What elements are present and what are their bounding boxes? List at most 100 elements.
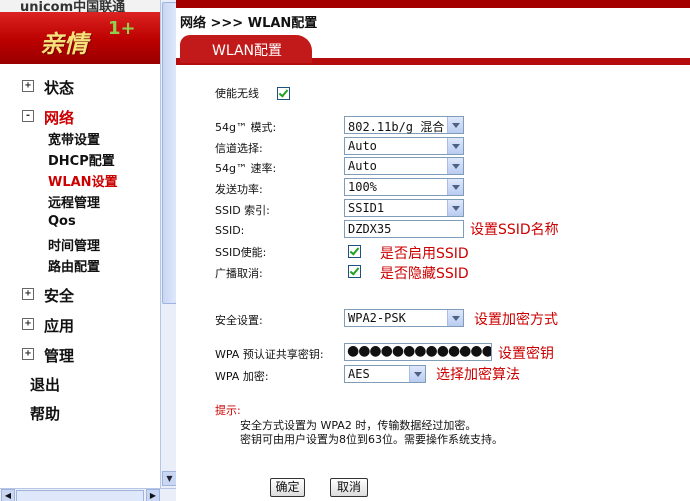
brand-mark: 1+ bbox=[108, 18, 136, 39]
sidebar-item-label[interactable]: 网络 bbox=[44, 107, 74, 128]
sidebar-item-dhcp[interactable]: DHCP配置 bbox=[0, 147, 160, 169]
sidebar-item-label[interactable]: 帮助 bbox=[30, 403, 60, 424]
sidebar-item-network[interactable]: - 网络 bbox=[0, 106, 160, 128]
enable-wireless-checkbox[interactable] bbox=[277, 87, 290, 100]
sidebar-item-qos[interactable]: Qos bbox=[0, 211, 160, 231]
left-panel: unicom中国联通 亲情 1+ + 状态 - 网络 宽带设置 DHCP配置 W… bbox=[0, 0, 176, 501]
rate-label: 54g™ 速率: bbox=[215, 162, 277, 175]
sidebar-item-label[interactable]: 时间管理 bbox=[48, 235, 100, 254]
psk-label: WPA 预认证共享密钥: bbox=[215, 348, 324, 361]
brand-banner: 亲情 1+ bbox=[0, 12, 160, 64]
broadcast-cancel-checkbox[interactable] bbox=[348, 265, 361, 278]
power-value: 100% bbox=[348, 180, 377, 194]
sidebar-item-manage[interactable]: + 管理 bbox=[0, 344, 160, 366]
chevron-down-icon[interactable] bbox=[447, 158, 463, 174]
sidebar-item-label[interactable]: DHCP配置 bbox=[48, 150, 115, 169]
security-value: WPA2-PSK bbox=[348, 311, 406, 325]
encryption-algo-annotation: 选择加密算法 bbox=[436, 367, 520, 383]
power-select[interactable]: 100% bbox=[344, 178, 464, 196]
sidebar-item-logout[interactable]: 退出 bbox=[0, 373, 160, 395]
rate-select[interactable]: Auto bbox=[344, 157, 464, 175]
logo-text: unicom中国联通 bbox=[20, 0, 126, 12]
enable-wireless-label: 使能无线 bbox=[215, 87, 259, 100]
sidebar-item-routing[interactable]: 路由配置 bbox=[0, 253, 160, 275]
ssid-enable-label: SSID使能: bbox=[215, 246, 267, 259]
psk-input[interactable]: ●●●●●●●●●●●●● bbox=[344, 343, 492, 361]
sidebar-item-label[interactable]: Qos bbox=[48, 214, 76, 229]
chevron-down-icon[interactable] bbox=[447, 138, 463, 154]
ssid-name-annotation: 设置SSID名称 bbox=[470, 222, 559, 238]
chevron-down-icon[interactable] bbox=[447, 310, 463, 326]
scroll-left-icon[interactable]: ◀ bbox=[1, 489, 15, 501]
mode-select[interactable]: 802.11b/g 混合 bbox=[344, 116, 464, 134]
expand-icon[interactable]: + bbox=[22, 348, 34, 360]
mode-label: 54g™ 模式: bbox=[215, 121, 277, 134]
chevron-down-icon[interactable] bbox=[409, 366, 425, 382]
brand-text: 亲情 bbox=[40, 29, 88, 58]
sidebar-nav: + 状态 - 网络 宽带设置 DHCP配置 WLAN设置 远程管理 Qos 时间… bbox=[0, 64, 160, 488]
sidebar-vertical-scrollbar[interactable]: ▼ bbox=[160, 0, 176, 488]
expand-icon[interactable]: + bbox=[22, 318, 34, 330]
sidebar-item-time[interactable]: 时间管理 bbox=[0, 232, 160, 254]
top-accent-bar bbox=[176, 0, 690, 8]
sidebar-item-label[interactable]: 安全 bbox=[44, 285, 74, 306]
scrollbar-thumb[interactable] bbox=[16, 490, 144, 501]
channel-value: Auto bbox=[348, 139, 377, 153]
broadcast-cancel-label: 广播取消: bbox=[215, 267, 263, 280]
ssid-index-label: SSID 索引: bbox=[215, 204, 270, 217]
security-select[interactable]: WPA2-PSK bbox=[344, 309, 464, 327]
chevron-down-icon[interactable] bbox=[447, 179, 463, 195]
rate-value: Auto bbox=[348, 159, 377, 173]
cancel-button[interactable]: 取消 bbox=[330, 478, 368, 497]
tips-title: 提示: bbox=[215, 404, 241, 417]
wpa-encryption-select[interactable]: AES bbox=[344, 365, 426, 383]
set-key-annotation: 设置密钥 bbox=[498, 346, 554, 362]
expand-icon[interactable]: + bbox=[22, 80, 34, 92]
ssid-index-value: SSID1 bbox=[348, 201, 385, 215]
sidebar-item-label[interactable]: 路由配置 bbox=[48, 256, 100, 275]
scrollbar-thumb[interactable] bbox=[162, 2, 176, 304]
channel-select[interactable]: Auto bbox=[344, 137, 464, 155]
ssid-label: SSID: bbox=[215, 224, 245, 237]
channel-label: 信道选择: bbox=[215, 142, 263, 155]
sidebar-item-label[interactable]: WLAN设置 bbox=[48, 171, 118, 190]
sidebar-item-label[interactable]: 宽带设置 bbox=[48, 129, 100, 148]
sidebar-item-security[interactable]: + 安全 bbox=[0, 284, 160, 306]
chevron-down-icon[interactable] bbox=[447, 200, 463, 216]
breadcrumb: 网络 >>> WLAN配置 bbox=[180, 16, 318, 31]
collapse-icon[interactable]: - bbox=[22, 110, 34, 122]
scroll-down-icon[interactable]: ▼ bbox=[162, 471, 176, 486]
sidebar-item-apps[interactable]: + 应用 bbox=[0, 314, 160, 336]
unicom-logo: unicom中国联通 bbox=[0, 0, 160, 12]
ssid-enable-annotation: 是否启用SSID bbox=[380, 246, 469, 262]
tab-wlan-config[interactable]: WLAN配置 bbox=[180, 35, 312, 63]
wpa-encryption-value: AES bbox=[348, 367, 370, 381]
sidebar-item-label[interactable]: 应用 bbox=[44, 315, 74, 336]
scroll-right-icon[interactable]: ▶ bbox=[146, 489, 160, 501]
hide-ssid-annotation: 是否隐藏SSID bbox=[380, 266, 469, 282]
encryption-method-annotation: 设置加密方式 bbox=[474, 312, 558, 328]
power-label: 发送功率: bbox=[215, 183, 263, 196]
sidebar-item-label[interactable]: 状态 bbox=[44, 77, 74, 98]
psk-value: ●●●●●●●●●●●●● bbox=[347, 343, 492, 359]
wpa-encryption-label: WPA 加密: bbox=[215, 370, 269, 383]
ssid-index-select[interactable]: SSID1 bbox=[344, 199, 464, 217]
sidebar-horizontal-scrollbar[interactable]: ◀ ▶ bbox=[0, 488, 176, 501]
sidebar-item-status[interactable]: + 状态 bbox=[0, 76, 160, 98]
sidebar-item-label[interactable]: 远程管理 bbox=[48, 192, 100, 211]
sidebar-item-help[interactable]: 帮助 bbox=[0, 402, 160, 424]
sidebar-item-wlan[interactable]: WLAN设置 bbox=[0, 168, 160, 190]
sidebar-item-remote[interactable]: 远程管理 bbox=[0, 189, 160, 211]
sidebar-item-broadband[interactable]: 宽带设置 bbox=[0, 126, 160, 148]
chevron-down-icon[interactable] bbox=[447, 117, 463, 133]
ok-button[interactable]: 确定 bbox=[270, 478, 305, 497]
security-label: 安全设置: bbox=[215, 314, 263, 327]
ssid-enable-checkbox[interactable] bbox=[348, 245, 361, 258]
sidebar-item-label[interactable]: 管理 bbox=[44, 345, 74, 366]
expand-icon[interactable]: + bbox=[22, 288, 34, 300]
ssid-input[interactable]: DZDX35 bbox=[344, 220, 464, 238]
tab-label: WLAN配置 bbox=[212, 43, 283, 59]
sidebar-item-label[interactable]: 退出 bbox=[30, 374, 60, 395]
tips-line-2: 密钥可由用户设置为8位到63位。需要操作系统支持。 bbox=[240, 433, 503, 446]
mode-value: 802.11b/g 混合 bbox=[348, 120, 444, 134]
